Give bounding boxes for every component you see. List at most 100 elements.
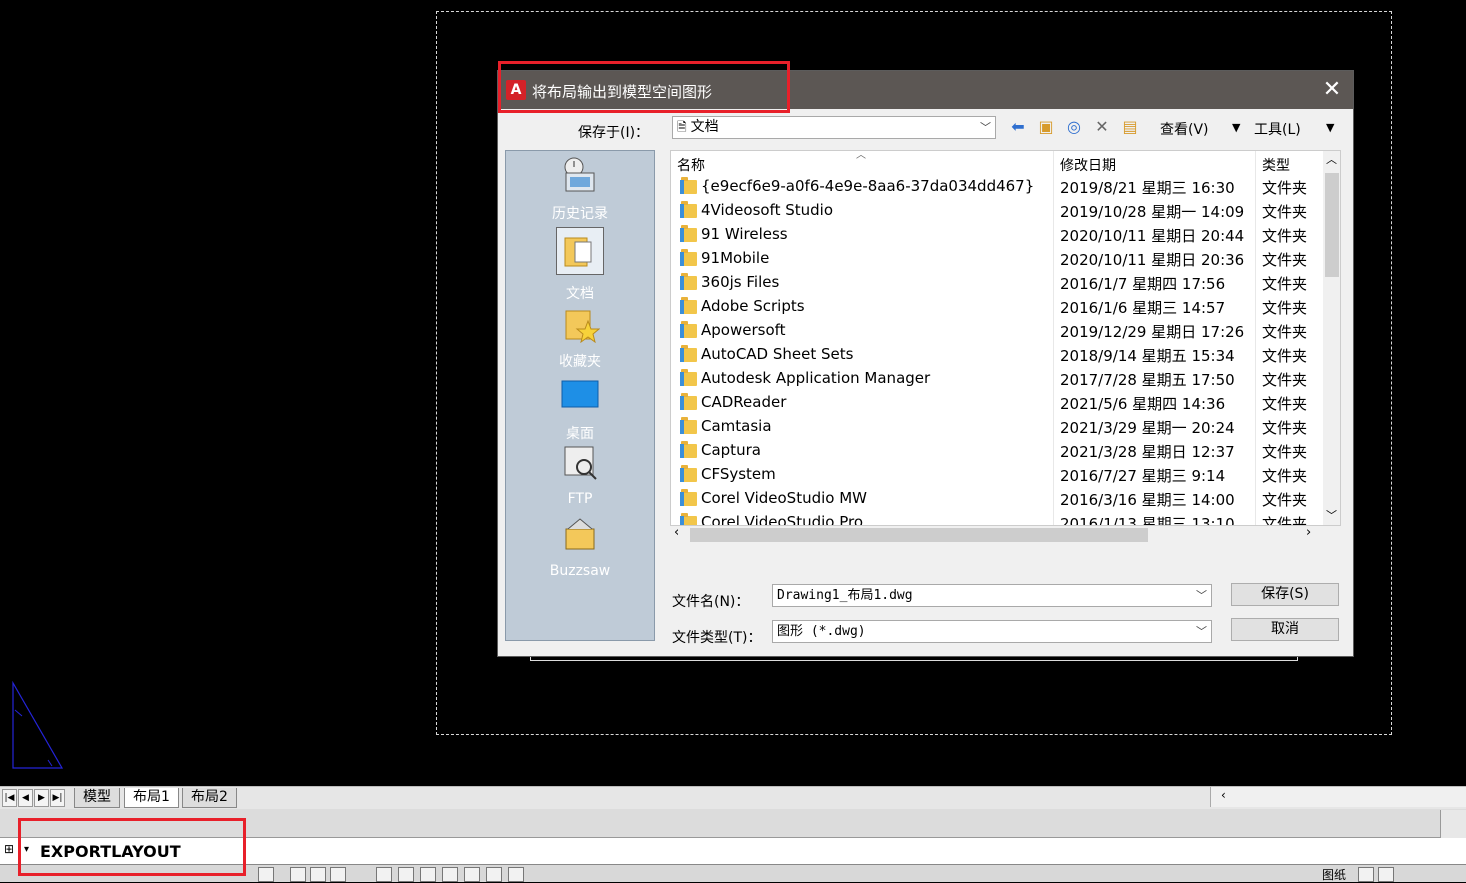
file-name: CADReader xyxy=(701,393,787,411)
chevron-down-icon[interactable]: ﹀ xyxy=(1196,621,1207,642)
delete-icon[interactable]: ✕ xyxy=(1092,118,1112,136)
polar-toggle-icon[interactable] xyxy=(330,867,346,882)
otrack-toggle-icon[interactable] xyxy=(398,867,414,882)
file-type: 文件夹 xyxy=(1262,347,1308,365)
file-type: 文件夹 xyxy=(1262,323,1308,341)
search-web-icon[interactable]: ◎ xyxy=(1064,118,1084,136)
prev-tab-button[interactable]: ◀ xyxy=(18,789,33,807)
save-button[interactable]: 保存(S) xyxy=(1231,583,1339,606)
place-documents[interactable]: 文档 xyxy=(506,227,654,303)
drawing-horizontal-scrollbar[interactable]: ‹ xyxy=(1210,787,1466,807)
file-date: 2021/5/6 星期四 14:36 xyxy=(1060,395,1226,413)
folder-icon xyxy=(680,513,697,525)
filetype-label: 文件类型(T)： xyxy=(672,630,762,646)
annotation-monitor-icon[interactable] xyxy=(508,867,524,882)
place-desktop[interactable]: 桌面 xyxy=(506,375,654,443)
tools-menu[interactable]: 工具(L) xyxy=(1254,119,1301,139)
file-row[interactable]: Corel VideoStudio Pro 2016/1/13 星期三 13:10… xyxy=(671,511,1321,525)
last-tab-button[interactable]: ▶| xyxy=(50,789,65,807)
horizontal-scroll-thumb[interactable] xyxy=(690,528,1148,542)
place-ftp[interactable]: FTP xyxy=(506,443,654,507)
file-row[interactable]: Autodesk Application Manager 2017/7/28 星期… xyxy=(671,367,1321,391)
file-date: 2018/9/14 星期五 15:34 xyxy=(1060,347,1235,365)
filename-label: 文件名(N)： xyxy=(672,594,750,610)
new-folder-icon[interactable]: ▤ xyxy=(1120,118,1140,136)
file-type: 文件夹 xyxy=(1262,299,1308,317)
column-date-header[interactable]: 修改日期 xyxy=(1060,155,1116,175)
folder-icon xyxy=(680,297,697,314)
save-in-label: 保存于(I)： xyxy=(578,125,650,141)
folder-icon xyxy=(680,417,697,434)
snap-toggle-icon[interactable] xyxy=(258,867,274,882)
save-in-select[interactable]: 🗎 文档 ﹀ xyxy=(672,116,996,139)
file-type: 文件夹 xyxy=(1262,443,1308,461)
file-list[interactable]: 名称 ︿ 修改日期 类型 {e9ecf6e9-a0f6-4e9e-8aa6-37… xyxy=(670,150,1341,526)
scroll-left-icon[interactable]: ‹ xyxy=(1221,788,1226,802)
file-date: 2016/3/16 星期三 14:00 xyxy=(1060,491,1235,509)
chevron-down-icon[interactable]: ﹀ xyxy=(1196,585,1207,606)
scroll-right-icon[interactable]: › xyxy=(1306,525,1311,540)
file-row[interactable]: Apowersoft 2019/12/29 星期日 17:26 文件夹 xyxy=(671,319,1321,343)
vertical-scroll-thumb[interactable] xyxy=(1325,173,1339,277)
dyn-toggle-icon[interactable] xyxy=(420,867,436,882)
ftp-icon xyxy=(564,446,597,480)
filename-input[interactable]: Drawing1_布局1.dwg ﹀ xyxy=(772,584,1212,607)
file-row[interactable]: CADReader 2021/5/6 星期四 14:36 文件夹 xyxy=(671,391,1321,415)
grid-toggle-icon[interactable] xyxy=(290,867,306,882)
folder-icon xyxy=(680,273,697,290)
file-row[interactable]: Camtasia 2021/3/29 星期一 20:24 文件夹 xyxy=(671,415,1321,439)
place-history[interactable]: 历史记录 xyxy=(506,155,654,223)
file-row[interactable]: AutoCAD Sheet Sets 2018/9/14 星期五 15:34 文件夹 xyxy=(671,343,1321,367)
paper-space-label[interactable]: 图纸 xyxy=(1322,866,1346,883)
file-row[interactable]: 91 Wireless 2020/10/11 星期日 20:44 文件夹 xyxy=(671,223,1321,247)
folder-icon xyxy=(680,225,697,242)
quick-view-layouts-icon[interactable] xyxy=(1358,867,1374,882)
view-menu[interactable]: 查看(V) xyxy=(1160,119,1209,139)
place-favorites[interactable]: 收藏夹 xyxy=(506,303,654,371)
cancel-button[interactable]: 取消 xyxy=(1231,618,1339,641)
filetype-select[interactable]: 图形 (*.dwg) ﹀ xyxy=(772,620,1212,643)
osnap-toggle-icon[interactable] xyxy=(376,867,392,882)
transparency-toggle-icon[interactable] xyxy=(464,867,480,882)
file-row[interactable]: Corel VideoStudio MW 2016/3/16 星期三 14:00 文… xyxy=(671,487,1321,511)
lineweight-toggle-icon[interactable] xyxy=(442,867,458,882)
file-date: 2016/7/27 星期三 9:14 xyxy=(1060,467,1226,485)
column-type-header[interactable]: 类型 xyxy=(1262,155,1290,175)
file-list-vertical-scrollbar[interactable]: ︿ ﹀ xyxy=(1323,151,1340,525)
scroll-up-icon[interactable]: ︿ xyxy=(1326,151,1337,167)
tools-dropdown-icon[interactable]: ▼ xyxy=(1326,121,1334,134)
tab-model[interactable]: 模型 xyxy=(74,788,120,808)
next-tab-button[interactable]: ▶ xyxy=(34,789,49,807)
folder-icon xyxy=(680,177,697,194)
scroll-down-icon[interactable]: ﹀ xyxy=(1326,507,1337,523)
file-row[interactable]: Adobe Scripts 2016/1/6 星期三 14:57 文件夹 xyxy=(671,295,1321,319)
file-list-horizontal-scrollbar[interactable]: ‹ › xyxy=(670,525,1341,543)
file-name: Camtasia xyxy=(701,417,772,435)
folder-icon xyxy=(680,393,697,410)
back-icon[interactable]: ⬅ xyxy=(1008,118,1028,136)
quick-view-drawings-icon[interactable] xyxy=(1378,867,1394,882)
file-row[interactable]: CFSystem 2016/7/27 星期三 9:14 文件夹 xyxy=(671,463,1321,487)
up-folder-icon[interactable]: ▣ xyxy=(1036,118,1056,136)
view-dropdown-icon[interactable]: ▼ xyxy=(1232,121,1240,134)
ucs-icon xyxy=(12,680,64,769)
file-row[interactable]: {e9ecf6e9-a0f6-4e9e-8aa6-37da034dd467} 20… xyxy=(671,175,1321,199)
tab-layout1[interactable]: 布局1 xyxy=(124,788,179,808)
place-ftp-label: FTP xyxy=(567,491,593,507)
scroll-left-icon[interactable]: ‹ xyxy=(674,525,679,540)
column-name-header[interactable]: 名称 xyxy=(677,155,705,175)
tab-layout2[interactable]: 布局2 xyxy=(182,788,237,808)
file-row[interactable]: 91Mobile 2020/10/11 星期日 20:36 文件夹 xyxy=(671,247,1321,271)
folder-icon xyxy=(680,249,697,266)
file-type: 文件夹 xyxy=(1262,467,1308,485)
selection-cycling-icon[interactable] xyxy=(486,867,502,882)
file-row[interactable]: 360js Files 2016/1/7 星期四 17:56 文件夹 xyxy=(671,271,1321,295)
file-row[interactable]: 4Videosoft Studio 2019/10/28 星期一 14:09 文件夹 xyxy=(671,199,1321,223)
place-favorites-label: 收藏夹 xyxy=(559,354,601,370)
first-tab-button[interactable]: |◀ xyxy=(2,789,17,807)
ortho-toggle-icon[interactable] xyxy=(310,867,326,882)
file-row[interactable]: Captura 2021/3/28 星期日 12:37 文件夹 xyxy=(671,439,1321,463)
close-icon[interactable]: ✕ xyxy=(1318,77,1346,103)
place-buzzsaw[interactable]: Buzzsaw xyxy=(506,515,654,579)
file-date: 2021/3/29 星期一 20:24 xyxy=(1060,419,1235,437)
